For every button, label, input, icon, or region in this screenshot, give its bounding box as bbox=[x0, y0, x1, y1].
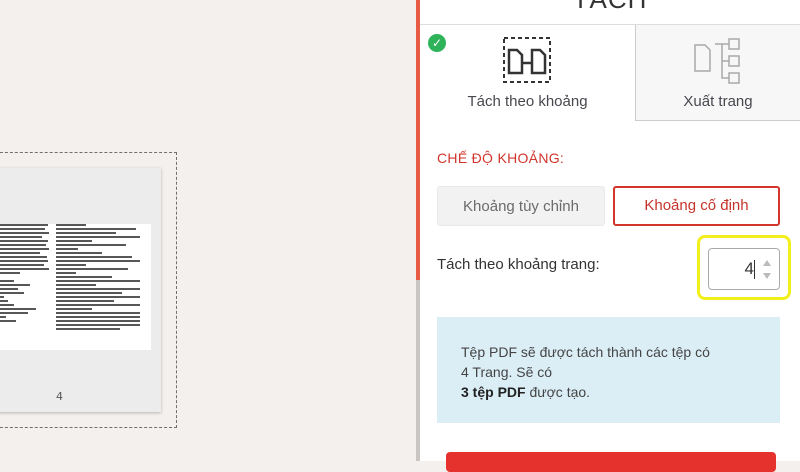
page-thumbnail[interactable]: 4 bbox=[0, 168, 161, 412]
info-line-3: 3 tệp PDF được tạo. bbox=[461, 382, 756, 402]
text-column-left bbox=[0, 224, 50, 324]
page-number: 4 bbox=[56, 390, 63, 403]
tab-extract-pages[interactable]: Xuất trang bbox=[635, 25, 800, 121]
tool-panel: TÁCH ✓ Tách theo khoảng Xuất trang CHẾ Đ… bbox=[420, 0, 800, 472]
split-pdf-button[interactable] bbox=[446, 452, 776, 472]
tab-split-by-range[interactable]: ✓ Tách theo khoảng bbox=[420, 25, 635, 121]
tab-extract-pages-label: Xuất trang bbox=[683, 93, 753, 110]
info-tail: được tạo. bbox=[525, 384, 591, 400]
range-number-input[interactable]: 4 bbox=[708, 248, 780, 290]
decrement-icon[interactable] bbox=[763, 273, 771, 279]
info-line-1: Tệp PDF sẽ được tách thành các tệp có bbox=[461, 344, 710, 360]
text-column-right bbox=[56, 224, 142, 332]
page-content bbox=[0, 224, 151, 350]
range-number-value: 4 bbox=[744, 259, 754, 278]
text-caret bbox=[754, 260, 755, 279]
range-mode-title: CHẾ ĐỘ KHOẢNG: bbox=[437, 150, 565, 166]
preview-area: 4 bbox=[0, 0, 416, 461]
tab-split-by-range-label: Tách theo khoảng bbox=[467, 93, 588, 110]
info-bold: 3 tệp PDF bbox=[461, 384, 526, 400]
increment-icon[interactable] bbox=[763, 260, 771, 266]
fixed-ranges-button[interactable]: Khoảng cố định bbox=[613, 186, 780, 226]
info-box: Tệp PDF sẽ được tách thành các tệp có 4 … bbox=[437, 317, 780, 423]
custom-ranges-button[interactable]: Khoảng tùy chỉnh bbox=[437, 186, 605, 226]
extract-pages-icon bbox=[694, 38, 740, 84]
panel-title: TÁCH bbox=[420, 0, 800, 15]
split-range-label: Tách theo khoảng trang: bbox=[437, 256, 600, 273]
info-line-2: 4 Trang. Sẽ có bbox=[461, 364, 553, 380]
check-icon: ✓ bbox=[428, 34, 446, 52]
split-range-icon bbox=[503, 37, 551, 83]
